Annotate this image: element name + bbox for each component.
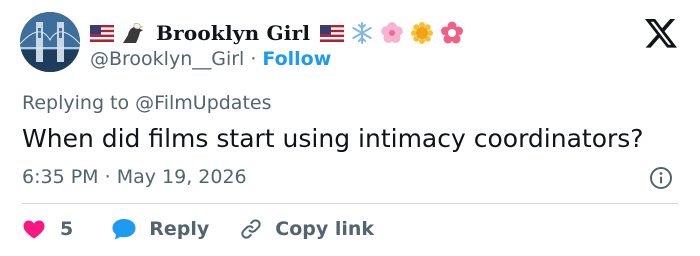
follow-button[interactable]: Follow xyxy=(262,48,331,70)
copy-link-label: Copy link xyxy=(275,218,375,240)
author-handle-row: @Brooklyn__Girl · Follow xyxy=(90,48,331,70)
link-icon xyxy=(239,217,263,241)
like-button[interactable]: 5 xyxy=(22,217,73,241)
like-count: 5 xyxy=(60,218,74,240)
cherry-blossom-icon xyxy=(380,21,404,45)
tweet-timestamp[interactable]: 6:35 PM · May 19, 2026 xyxy=(22,166,247,188)
action-bar: 5 Reply Copy link xyxy=(22,216,374,242)
snowflake-icon xyxy=(350,21,374,45)
timestamp-separator: · xyxy=(104,166,111,188)
us-flag-icon xyxy=(319,24,345,42)
reply-label: Reply xyxy=(149,218,210,240)
reply-button[interactable]: Reply xyxy=(111,217,209,241)
heart-icon xyxy=(22,217,46,241)
replying-to-prefix: Replying to xyxy=(22,92,130,114)
separator-dot: · xyxy=(250,48,257,70)
divider xyxy=(22,203,678,204)
tweet-date: May 19, 2026 xyxy=(116,166,247,188)
display-name[interactable]: Brooklyn Girl xyxy=(156,21,310,45)
eagle-icon xyxy=(120,21,146,45)
tweet-time: 6:35 PM xyxy=(22,166,99,188)
info-icon[interactable] xyxy=(649,166,673,190)
speech-bubble-icon xyxy=(111,217,137,241)
author-name-row: Brooklyn Girl xyxy=(89,19,464,47)
flower-icon xyxy=(440,21,464,45)
replying-to-line: Replying to @FilmUpdates xyxy=(22,92,272,114)
us-flag-icon xyxy=(89,24,115,42)
copy-link-button[interactable]: Copy link xyxy=(239,217,374,241)
sun-icon xyxy=(410,21,434,45)
author-handle[interactable]: @Brooklyn__Girl xyxy=(90,48,244,70)
replying-to-mention[interactable]: @FilmUpdates xyxy=(135,92,271,114)
avatar[interactable] xyxy=(20,12,80,72)
tweet-text: When did films start using intimacy coor… xyxy=(22,124,644,153)
x-logo-icon[interactable] xyxy=(645,17,677,49)
